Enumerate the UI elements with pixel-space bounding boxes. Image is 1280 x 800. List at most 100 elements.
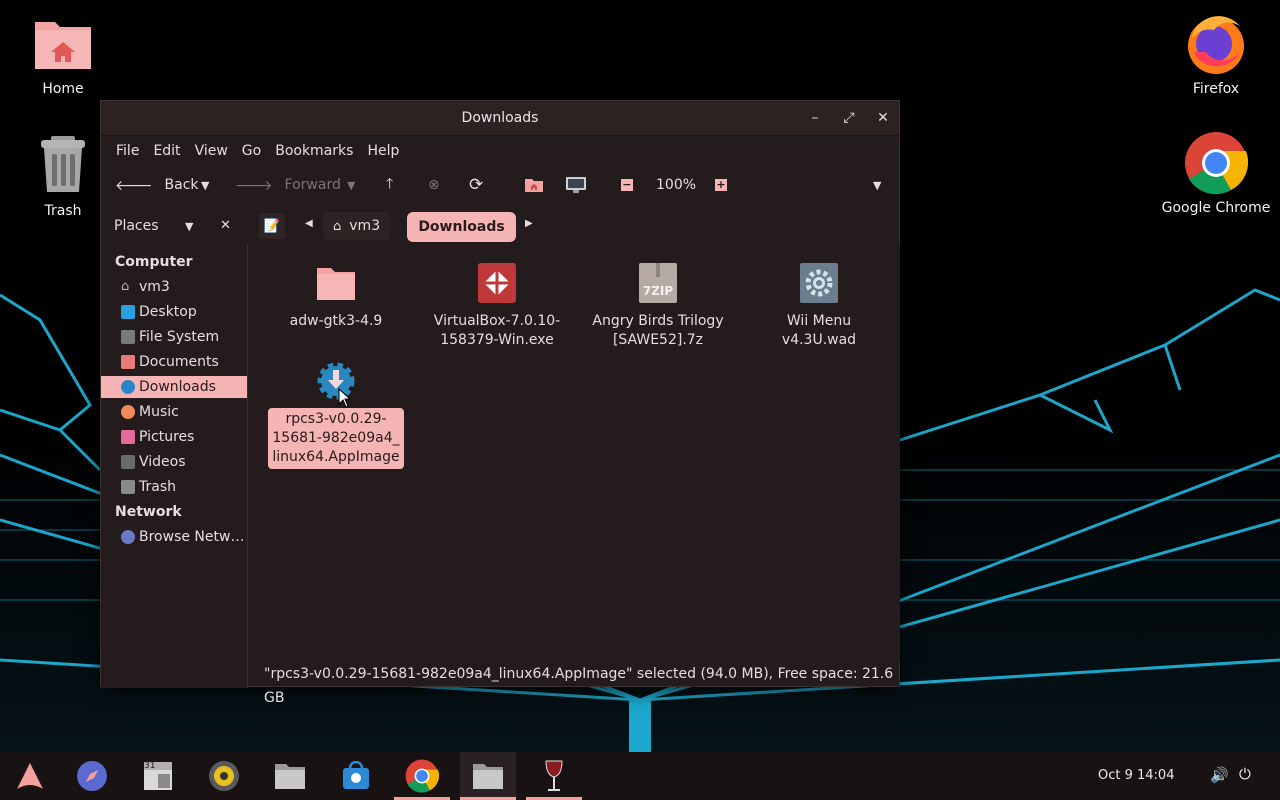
sidebar-item-label: Trash [139,479,176,495]
archive-icon: 7ZIP [637,262,679,304]
taskbar-app-menu[interactable] [2,752,58,800]
places-sidebar: Computer ⌂ vm3 Desktop File System Docum… [101,244,248,688]
sidebar-section-network: Network [115,504,182,520]
file-name-line: linux64.AppImage [272,449,400,465]
trash-icon [31,134,95,198]
file-name: VirtualBox-7.0.10- 158379-Win.exe [430,310,564,352]
archive-icon-text: 7ZIP [642,284,674,298]
file-item-wii-menu[interactable]: Wii Menu v4.3U.wad [744,262,894,352]
zoom-in-button[interactable]: + [715,166,727,204]
network-icon [121,530,135,544]
desktop-icon-google-chrome[interactable]: Google Chrome [1161,131,1271,217]
sidebar-item-desktop[interactable]: Desktop [101,301,247,323]
window-title: Downloads [461,110,539,126]
sidebar-item-trash[interactable]: Trash [101,476,247,498]
sidebar-item-label: Pictures [139,429,195,445]
file-name: rpcs3-v0.0.29- 15681-982e09a4_ linux64.A… [268,408,404,469]
file-item-rpcs3[interactable]: rpcs3-v0.0.29- 15681-982e09a4_ linux64.A… [261,360,411,469]
sidebar-item-label: Music [139,404,179,420]
path-scroll-right-icon[interactable]: ▶ [525,218,533,229]
menu-help[interactable]: Help [360,143,406,159]
mouse-cursor [338,388,352,408]
file-item-angry-birds[interactable]: 7ZIP Angry Birds Trilogy [SAWE52].7z [583,262,733,352]
file-item-virtualbox[interactable]: VirtualBox-7.0.10- 158379-Win.exe [422,262,572,352]
files-active-icon [473,764,503,789]
close-button[interactable]: ✕ [874,109,892,127]
home-folder-icon [525,179,543,192]
breadcrumb-current[interactable]: Downloads [407,212,516,242]
sidebar-item-label: Downloads [139,379,216,395]
places-label[interactable]: Places [114,218,159,234]
menu-edit[interactable]: Edit [146,143,187,159]
menu-bar: File Edit View Go Bookmarks Help [101,136,899,166]
status-bar: "rpcs3-v0.0.29-15681-982e09a4_linux64.Ap… [249,662,900,706]
minimize-button[interactable]: – [806,109,824,127]
zoom-out-button[interactable]: − [621,166,633,204]
taskbar-wine[interactable] [526,752,582,800]
sidebar-section-computer: Computer [115,254,193,270]
file-name: Wii Menu v4.3U.wad [781,313,857,348]
file-name-line: 15681-982e09a4_ [272,430,400,446]
path-scroll-left-icon[interactable]: ◀ [305,218,313,229]
up-button[interactable]: 🡑 [386,166,393,204]
breadcrumb-home[interactable]: ⌂ vm3 [323,212,391,240]
taskbar-files[interactable] [262,752,318,800]
zoom-out-icon: − [621,178,633,191]
toggle-location-button[interactable]: 📝 [259,213,285,239]
file-name-line: Angry Birds Trilogy [592,313,724,329]
menu-go[interactable]: Go [235,143,268,159]
videos-icon [121,455,135,469]
exe-icon [476,262,518,304]
reload-button[interactable]: ⟳ [469,166,483,204]
window-titlebar[interactable]: Downloads – ⤢ ✕ [101,101,899,136]
desktop-icon-firefox[interactable]: Firefox [1161,8,1271,98]
firefox-icon [1184,8,1248,76]
volume-icon[interactable]: 🔊 [1210,766,1229,784]
taskbar-files-active[interactable] [460,752,516,800]
downloads-icon [121,380,135,394]
file-name: Angry Birds Trilogy [SAWE52].7z [588,310,727,352]
sidebar-item-pictures[interactable]: Pictures [101,426,247,448]
sidebar-item-browse-network[interactable]: Browse Netw… [101,526,247,548]
maximize-button[interactable]: ⤢ [840,109,858,127]
forward-history-dropdown[interactable]: ▼ [347,166,355,204]
sidebar-item-label: Browse Netw… [139,529,245,545]
clock[interactable]: Oct 9 14:04 [1098,768,1174,783]
back-button[interactable]: 🡐 Back [115,166,199,204]
file-name-line: 158379-Win.exe [440,332,554,348]
sidebar-item-vm3[interactable]: ⌂ vm3 [101,276,247,298]
computer-button[interactable] [565,166,587,204]
file-view[interactable]: adw-gtk3-4.9 VirtualBox-7.0.10- 158379-W… [249,244,900,662]
taskbar-browser[interactable] [64,752,120,800]
arrow-right-icon: 🡒 [235,177,273,194]
sidebar-item-label: File System [139,329,220,345]
arrow-left-icon: 🡐 [115,177,153,194]
taskbar-calendar[interactable]: 31 [130,752,186,800]
sidebar-item-downloads[interactable]: Downloads [101,376,247,398]
menu-bookmarks[interactable]: Bookmarks [268,143,360,159]
home-button[interactable] [524,166,544,204]
taskbar: 31 Oct 9 14:04 🔊 ⏻ [0,752,1280,800]
back-history-dropdown[interactable]: ▼ [201,166,209,204]
file-item-adw-gtk3[interactable]: adw-gtk3-4.9 [261,262,411,333]
taskbar-software[interactable] [328,752,384,800]
close-sidebar-icon[interactable]: ✕ [220,218,231,233]
menu-view[interactable]: View [188,143,235,159]
trash-icon [121,480,135,494]
chrome-icon [405,759,439,793]
forward-button[interactable]: 🡒 Forward [235,166,341,204]
menu-file[interactable]: File [109,143,146,159]
desktop-icon-home[interactable]: Home [8,12,118,98]
software-store-icon [343,761,369,789]
power-icon[interactable]: ⏻ [1239,765,1251,783]
view-options-dropdown[interactable]: ▼ [873,166,881,204]
sidebar-item-file-system[interactable]: File System [101,326,247,348]
taskbar-chrome[interactable] [394,752,450,800]
stop-button[interactable]: ⊗ [428,166,440,204]
taskbar-rhythmbox[interactable] [196,752,252,800]
sidebar-item-documents[interactable]: Documents [101,351,247,373]
places-dropdown-icon[interactable]: ▼ [185,220,193,233]
sidebar-item-videos[interactable]: Videos [101,451,247,473]
sidebar-item-music[interactable]: Music [101,401,247,423]
zoom-value: 100% [656,177,697,193]
